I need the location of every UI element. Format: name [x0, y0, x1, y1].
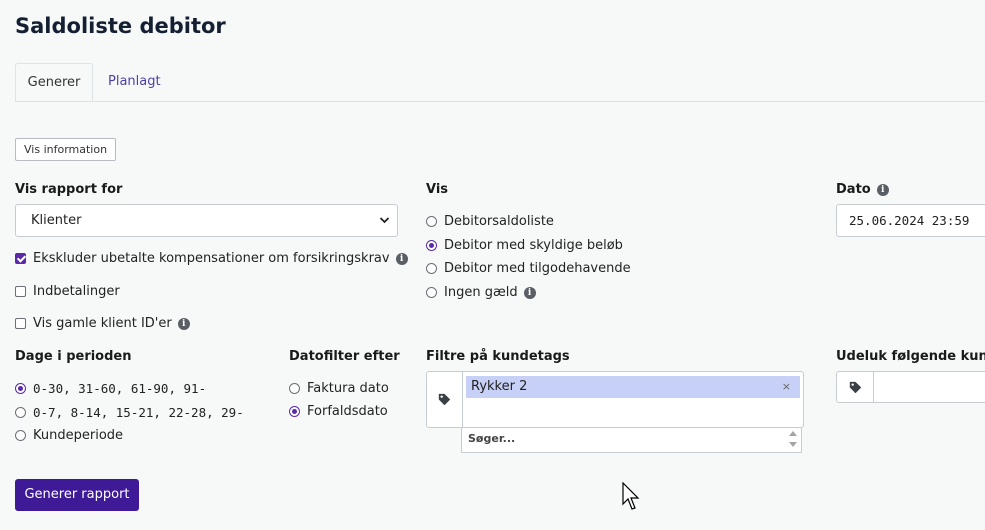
radio-dage-3[interactable]: Kundeperiode	[15, 428, 123, 443]
scroll-arrows[interactable]	[789, 430, 797, 451]
kundetags-search-input[interactable]: Søger...	[461, 428, 802, 453]
info-icon[interactable]: i	[523, 286, 536, 299]
radio-ingen-gaeld[interactable]: Ingen gæld i	[426, 285, 536, 300]
radio-label: Forfaldsdato	[307, 404, 388, 419]
radio-dage-2[interactable]: 0-7, 8-14, 15-21, 22-28, 29-	[15, 405, 244, 420]
radio-label: Ingen gæld	[444, 285, 518, 300]
radio-button[interactable]	[15, 430, 26, 441]
radio-skyldige-beloeb[interactable]: Debitor med skyldige beløb	[426, 238, 623, 253]
tabs-divider	[15, 101, 985, 102]
radio-button[interactable]	[15, 407, 26, 418]
generer-rapport-button[interactable]: Generer rapport	[15, 479, 139, 511]
radio-button[interactable]	[289, 383, 300, 394]
radio-label: 0-30, 31-60, 61-90, 91-	[33, 381, 207, 396]
chevron-down-icon	[379, 205, 390, 248]
tab-label: Generer	[27, 75, 81, 90]
radio-button[interactable]	[426, 240, 437, 251]
tag-chip-label: Rykker 2	[471, 379, 528, 394]
vis-label: Vis	[426, 182, 449, 197]
checkbox-box[interactable]	[15, 286, 26, 297]
info-icon[interactable]: i	[395, 252, 408, 265]
checkbox-ekskluder[interactable]: Ekskluder ubetalte kompensationer om for…	[15, 251, 408, 266]
radio-debitorsaldoliste[interactable]: Debitorsaldoliste	[426, 214, 554, 229]
info-icon[interactable]: i	[177, 317, 190, 330]
page-title: Saldoliste debitor	[15, 14, 226, 38]
radio-label: Debitorsaldoliste	[444, 214, 554, 229]
tag-icon	[837, 372, 874, 402]
radio-button[interactable]	[426, 216, 437, 227]
report-for-label: Vis rapport for	[15, 182, 123, 197]
checkbox-gamle-klient-ids[interactable]: Vis gamle klient ID'er i	[15, 316, 190, 331]
radio-button[interactable]	[289, 406, 300, 417]
radio-button[interactable]	[426, 263, 437, 274]
tab-generer[interactable]: Generer	[15, 63, 93, 102]
radio-label: Faktura dato	[307, 381, 389, 396]
report-for-select[interactable]: Klienter	[15, 204, 398, 237]
datofilter-label: Datofilter efter	[289, 349, 400, 364]
radio-label: 0-7, 8-14, 15-21, 22-28, 29-	[33, 405, 244, 420]
tag-icon	[427, 372, 463, 427]
radio-dage-1[interactable]: 0-30, 31-60, 61-90, 91-	[15, 381, 206, 396]
dato-value: 25.06.2024 23:59	[849, 213, 970, 228]
checkbox-label: Ekskluder ubetalte kompensationer om for…	[33, 251, 390, 266]
udeluk-kundetags-input[interactable]	[836, 371, 985, 403]
kundetags-label: Filtre på kundetags	[426, 349, 570, 364]
radio-button[interactable]	[426, 287, 437, 298]
info-icon[interactable]: i	[876, 183, 889, 196]
dato-input[interactable]: 25.06.2024 23:59	[836, 204, 985, 237]
kundetags-filter[interactable]: Rykker 2 ×	[426, 371, 804, 428]
dato-label-text: Dato	[836, 182, 871, 197]
dage-label: Dage i perioden	[15, 349, 132, 364]
search-placeholder: Søger...	[468, 432, 516, 445]
checkbox-label: Indbetalinger	[33, 284, 120, 299]
checkbox-box[interactable]	[15, 253, 26, 264]
remove-tag-icon[interactable]: ×	[782, 376, 791, 398]
udeluk-label: Udeluk følgende kundet	[836, 349, 985, 364]
tab-planlagt[interactable]: Planlagt	[94, 63, 175, 101]
dato-label: Dato i	[836, 182, 889, 197]
vis-information-button[interactable]: Vis information	[15, 138, 117, 161]
radio-label: Kundeperiode	[33, 428, 124, 443]
radio-tilgodehavende[interactable]: Debitor med tilgodehavende	[426, 261, 631, 276]
radio-button[interactable]	[15, 383, 26, 394]
radio-label: Debitor med tilgodehavende	[444, 261, 631, 276]
selected-tag-chip: Rykker 2 ×	[466, 376, 800, 398]
tab-label: Planlagt	[108, 74, 161, 89]
radio-label: Debitor med skyldige beløb	[444, 238, 623, 253]
checkbox-label: Vis gamle klient ID'er	[33, 316, 172, 331]
report-for-selected: Klienter	[31, 213, 82, 228]
radio-faktura-dato[interactable]: Faktura dato	[289, 381, 389, 396]
checkbox-box[interactable]	[15, 318, 26, 329]
radio-forfaldsdato[interactable]: Forfaldsdato	[289, 404, 388, 419]
checkbox-indbetalinger[interactable]: Indbetalinger	[15, 284, 120, 299]
mouse-cursor-icon	[622, 481, 642, 516]
